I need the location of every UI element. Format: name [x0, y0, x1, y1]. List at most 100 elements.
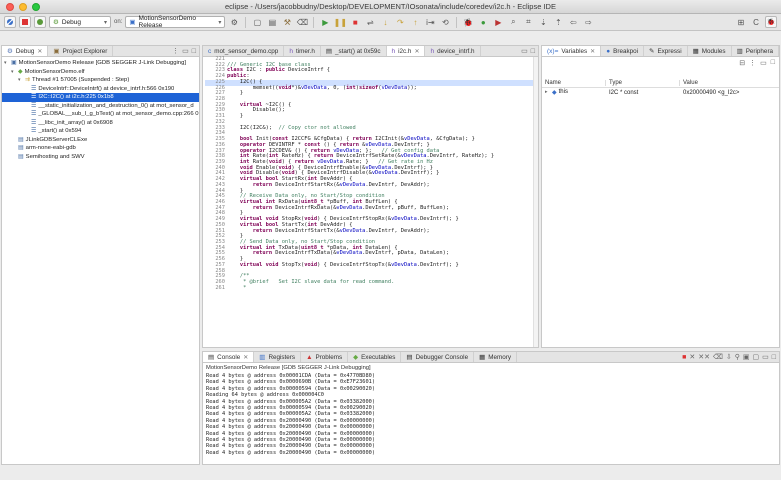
minimize-icon[interactable]: ▭: [760, 59, 767, 67]
instruction-step-icon[interactable]: i⇥: [424, 16, 436, 28]
stack-frame-item[interactable]: ☰ __static_initialization_and_destructio…: [2, 102, 199, 111]
annotation-prev-icon[interactable]: ⇡: [552, 16, 564, 28]
close-icon[interactable]: ✕: [590, 48, 595, 55]
stack-frame-item[interactable]: ☰ DeviceIntrf::DeviceIntrf() at device_i…: [2, 85, 199, 94]
scroll-lock-icon[interactable]: ⇩: [726, 353, 732, 361]
tree-item-process[interactable]: ▤ arm-none-eabi-gdb: [2, 144, 199, 153]
debug-perspective-icon[interactable]: 🐞: [765, 16, 777, 28]
debug-run-icon[interactable]: 🐞: [462, 16, 474, 28]
tree-item-process[interactable]: ▤ JLinkGDBServerCLExe: [2, 136, 199, 145]
tab-console[interactable]: ▤ Console ✕: [203, 352, 255, 362]
open-perspective-icon[interactable]: ⊞: [735, 16, 747, 28]
skip-breakpoints-button[interactable]: [4, 16, 16, 28]
tab-start[interactable]: ▤ _start() at 0x59c: [321, 46, 387, 56]
editor-scrollbar[interactable]: [533, 57, 538, 347]
close-icon[interactable]: ✕: [37, 48, 42, 55]
tab-problems[interactable]: ▲ Problems: [301, 352, 349, 362]
variable-row[interactable]: ▸ ◆ this I2C * const 0x20000490 <g_I2c>: [542, 88, 779, 97]
chevron-down-icon[interactable]: ▾: [11, 68, 16, 77]
maximize-icon[interactable]: □: [531, 48, 535, 55]
new-file-icon[interactable]: ▢: [251, 16, 263, 28]
cpp-perspective-icon[interactable]: C: [750, 16, 762, 28]
tab-memory[interactable]: ▦ Memory: [474, 352, 517, 362]
external-tools-icon[interactable]: ▶: [492, 16, 504, 28]
minimize-icon[interactable]: ▭: [521, 47, 528, 55]
open-console-icon[interactable]: ▢: [753, 353, 760, 361]
minimize-window-button[interactable]: [19, 2, 27, 11]
step-into-icon[interactable]: ↓: [379, 16, 391, 28]
search-icon[interactable]: ⌕: [507, 16, 519, 28]
minimize-icon[interactable]: ▭: [762, 353, 769, 361]
chevron-down-icon[interactable]: ▾: [4, 59, 9, 68]
view-menu-icon[interactable]: ⋮: [172, 47, 179, 55]
terminate-button[interactable]: [19, 16, 31, 28]
column-name[interactable]: Name: [542, 80, 606, 86]
close-icon[interactable]: ✕: [243, 354, 248, 361]
resume-icon[interactable]: ▶: [319, 16, 331, 28]
suspend-icon[interactable]: ❚❚: [334, 16, 347, 28]
tab-timer-h[interactable]: h timer.h: [284, 46, 321, 56]
build-icon[interactable]: ⚒: [281, 16, 293, 28]
close-window-button[interactable]: [6, 2, 14, 11]
column-type[interactable]: Type: [606, 80, 680, 86]
stop-icon[interactable]: ■: [349, 16, 361, 28]
view-menu-icon[interactable]: ⋮: [749, 59, 756, 67]
restart-icon[interactable]: ⟲: [439, 16, 451, 28]
tab-mot-sensor-demo[interactable]: c mot_sensor_demo.cpp: [203, 46, 285, 56]
stack-frame-item-selected[interactable]: ☰ I2C::I2C() at i2c.h:225 0x1b8: [2, 93, 199, 102]
chevron-right-icon[interactable]: ▸: [545, 89, 550, 96]
tree-item-elf[interactable]: ▾ ◆ MotionSensorDemo.elf: [2, 68, 199, 77]
pin-console-icon[interactable]: ⚲: [735, 353, 740, 361]
forward-icon[interactable]: ⇨: [582, 16, 594, 28]
clean-icon[interactable]: ⌫: [296, 16, 308, 28]
terminate-icon[interactable]: ■: [682, 354, 686, 361]
chevron-down-icon[interactable]: ▾: [18, 76, 23, 85]
console-output[interactable]: Read 4 bytes @ address 0x00001CDA (Data …: [203, 373, 779, 456]
tree-item-process[interactable]: ▤ Semihosting and SWV: [2, 153, 199, 162]
tab-i2c-h[interactable]: h i2c.h ✕: [386, 46, 426, 56]
tab-modules[interactable]: ▦ Modules: [688, 46, 732, 56]
run-icon[interactable]: ●: [477, 16, 489, 28]
launch-config-select[interactable]: ▣ MotionSensorDemo Release ▾: [125, 15, 226, 29]
annotation-next-icon[interactable]: ⇣: [537, 16, 549, 28]
debug-launch-icon[interactable]: [34, 16, 46, 28]
launch-config-gear-icon[interactable]: ⚙: [228, 16, 240, 28]
code-line[interactable]: 261 *: [205, 285, 538, 292]
tab-expressions[interactable]: ✎ Expressi: [644, 46, 688, 56]
step-return-icon[interactable]: ↑: [409, 16, 421, 28]
stack-frame-item[interactable]: ☰ _GLOBAL__sub_I_g_bTest() at mot_sensor…: [2, 110, 199, 119]
tab-peripherals[interactable]: ▥ Periphera: [732, 46, 779, 56]
clear-console-icon[interactable]: ⌫: [713, 353, 723, 361]
tree-item-launch[interactable]: ▾ ▣ MotionSensorDemo Release [GDB SEGGER…: [2, 59, 199, 68]
tab-registers[interactable]: ▥ Registers: [254, 352, 302, 362]
open-type-icon[interactable]: ⌗: [522, 16, 534, 28]
remove-all-icon[interactable]: ✕✕: [698, 353, 710, 361]
tab-debugger-console[interactable]: ▤ Debugger Console: [401, 352, 475, 362]
line-number[interactable]: 261: [205, 285, 227, 292]
tree-item-thread[interactable]: ▾ ⇉ Thread #1 57005 (Suspended : Step): [2, 76, 199, 85]
save-icon[interactable]: ▤: [266, 16, 278, 28]
tab-breakpoints[interactable]: ● Breakpoi: [601, 46, 644, 56]
maximize-icon[interactable]: □: [192, 48, 196, 55]
back-icon[interactable]: ⇦: [567, 16, 579, 28]
disconnect-icon[interactable]: ⇌: [364, 16, 376, 28]
stack-frame-item[interactable]: ☰ _start() at 0x594: [2, 127, 199, 136]
display-selected-console-icon[interactable]: ▣: [743, 353, 750, 361]
step-over-icon[interactable]: ↷: [394, 16, 406, 28]
maximize-icon[interactable]: □: [771, 59, 775, 66]
launch-mode-select[interactable]: ⚙ Debug ▾: [49, 16, 111, 28]
tab-project-explorer[interactable]: ▣ Project Explorer: [48, 46, 114, 56]
remove-launch-icon[interactable]: ✕: [689, 353, 695, 361]
tab-debug[interactable]: ⚙ Debug ✕: [2, 46, 49, 56]
minimize-icon[interactable]: ▭: [182, 47, 189, 55]
tab-variables[interactable]: (x)= Variables ✕: [542, 46, 602, 56]
zoom-window-button[interactable]: [32, 2, 40, 11]
close-icon[interactable]: ✕: [414, 48, 419, 55]
maximize-icon[interactable]: □: [772, 354, 776, 361]
column-value[interactable]: Value: [680, 80, 698, 86]
stack-frame-item[interactable]: ☰ __libc_init_array() at 0x6908: [2, 119, 199, 128]
collapse-all-icon[interactable]: ⊟: [739, 59, 745, 67]
code-editor[interactable]: 221 222/// Generic I2C base class 223 class…: [203, 56, 538, 292]
tab-executables[interactable]: ◆ Executables: [348, 352, 402, 362]
tab-device-intrf-h[interactable]: h device_intrf.h: [425, 46, 481, 56]
